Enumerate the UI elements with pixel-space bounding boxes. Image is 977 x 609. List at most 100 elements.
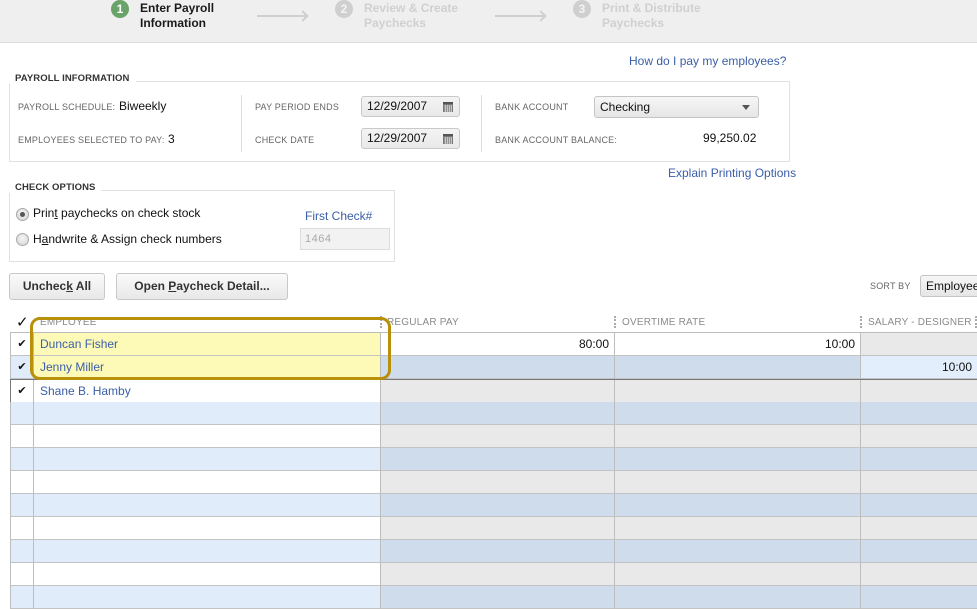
empty-cell[interactable]	[615, 540, 861, 563]
empty-cell[interactable]	[34, 448, 381, 471]
table-row[interactable]: ✔ Duncan Fisher 80:00 10:00	[10, 333, 977, 356]
column-header-overtime-rate[interactable]: OVERTIME RATE	[622, 314, 705, 332]
step-3-label: Print & Distribute Paychecks	[602, 1, 701, 31]
step-2-label-line1: Review & Create	[364, 1, 459, 15]
employee-cell[interactable]: Jenny Miller	[34, 356, 381, 379]
row-checkbox[interactable]: ✔	[10, 333, 34, 356]
empty-cell[interactable]	[615, 517, 861, 540]
column-resize-handle[interactable]	[860, 316, 862, 328]
column-header-employee[interactable]: EMPLOYEE	[40, 314, 97, 332]
empty-cell[interactable]	[615, 471, 861, 494]
salary-designer-cell[interactable]	[861, 380, 977, 403]
empty-cell[interactable]	[34, 540, 381, 563]
salary-designer-cell[interactable]: 10:00	[861, 356, 977, 379]
empty-cell[interactable]	[381, 425, 615, 448]
first-check-number-input[interactable]: 1464	[300, 228, 390, 250]
how-do-i-pay-link[interactable]: How do I pay my employees?	[629, 54, 786, 68]
employee-cell[interactable]: Shane B. Hamby	[34, 380, 381, 403]
empty-cell[interactable]	[381, 402, 615, 425]
empty-cell[interactable]	[34, 563, 381, 586]
label-part: paychecks on check stock	[57, 206, 201, 220]
empty-cell[interactable]	[381, 563, 615, 586]
regular-pay-cell[interactable]: 80:00	[381, 333, 615, 356]
empty-cell[interactable]	[381, 494, 615, 517]
overtime-rate-cell[interactable]	[615, 380, 861, 403]
empty-cell[interactable]	[861, 517, 977, 540]
column-header-regular-pay[interactable]: REGULAR PAY	[387, 314, 459, 332]
column-resize-handle[interactable]	[614, 316, 616, 328]
empty-cell[interactable]	[861, 540, 977, 563]
empty-table-row[interactable]	[10, 517, 977, 540]
print-on-check-stock-radio[interactable]	[16, 208, 29, 221]
sort-by-select[interactable]: Employees	[920, 275, 977, 297]
pay-period-ends-field[interactable]: 12/29/2007	[361, 96, 460, 117]
column-header-salary-designer[interactable]: SALARY - DESIGNER	[868, 314, 972, 332]
empty-cell[interactable]	[615, 402, 861, 425]
open-paycheck-detail-button[interactable]: Open Paycheck Detail...	[116, 273, 288, 300]
empty-cell[interactable]	[615, 563, 861, 586]
empty-cell[interactable]	[10, 563, 34, 586]
empty-cell[interactable]	[10, 586, 34, 609]
empty-cell[interactable]	[381, 517, 615, 540]
empty-cell[interactable]	[34, 425, 381, 448]
overtime-rate-cell[interactable]	[615, 356, 861, 379]
empty-cell[interactable]	[34, 494, 381, 517]
explain-printing-options-link[interactable]: Explain Printing Options	[668, 166, 796, 180]
empty-cell[interactable]	[615, 425, 861, 448]
empty-cell[interactable]	[34, 471, 381, 494]
empty-cell[interactable]	[10, 494, 34, 517]
empty-cell[interactable]	[10, 425, 34, 448]
empty-table-row[interactable]	[10, 471, 977, 494]
salary-designer-cell[interactable]	[861, 333, 977, 356]
empty-cell[interactable]	[34, 586, 381, 609]
empty-cell[interactable]	[615, 586, 861, 609]
empty-cell[interactable]	[10, 402, 34, 425]
empty-cell[interactable]	[10, 540, 34, 563]
empty-cell[interactable]	[381, 471, 615, 494]
column-resize-handle[interactable]	[380, 316, 382, 328]
empty-cell[interactable]	[861, 563, 977, 586]
table-row[interactable]: ✔ Jenny Miller 10:00	[10, 356, 977, 379]
check-date-field[interactable]: 12/29/2007	[361, 128, 460, 149]
empty-cell[interactable]	[615, 448, 861, 471]
empty-cell[interactable]	[861, 425, 977, 448]
empty-cell[interactable]	[861, 494, 977, 517]
table-row[interactable]: ✔ Shane B. Hamby	[10, 379, 977, 403]
empty-cell[interactable]	[381, 540, 615, 563]
empty-table-row[interactable]	[10, 402, 977, 425]
payroll-schedule-value: Biweekly	[119, 99, 167, 113]
regular-pay-cell[interactable]	[381, 356, 615, 379]
empty-cell[interactable]	[861, 402, 977, 425]
empty-cell[interactable]	[861, 471, 977, 494]
print-on-check-stock-label[interactable]: Print paychecks on check stock	[33, 206, 200, 220]
empty-cell[interactable]	[34, 517, 381, 540]
empty-cell[interactable]	[34, 402, 381, 425]
empty-cell[interactable]	[861, 586, 977, 609]
step-3-label-line1: Print & Distribute	[602, 1, 701, 15]
calendar-icon[interactable]	[443, 134, 453, 144]
row-checkbox[interactable]: ✔	[10, 380, 34, 403]
employee-cell[interactable]: Duncan Fisher	[34, 333, 381, 356]
handwrite-assign-radio[interactable]	[16, 233, 29, 246]
calendar-icon[interactable]	[443, 102, 453, 112]
overtime-rate-cell[interactable]: 10:00	[615, 333, 861, 356]
empty-table-row[interactable]	[10, 448, 977, 471]
empty-cell[interactable]	[381, 448, 615, 471]
uncheck-all-button[interactable]: Uncheck All	[9, 273, 105, 300]
empty-cell[interactable]	[381, 586, 615, 609]
empty-table-row[interactable]	[10, 425, 977, 448]
empty-table-row[interactable]	[10, 540, 977, 563]
empty-table-row[interactable]	[10, 563, 977, 586]
empty-cell[interactable]	[10, 517, 34, 540]
regular-pay-cell[interactable]	[381, 380, 615, 403]
empty-cell[interactable]	[615, 494, 861, 517]
handwrite-assign-label[interactable]: Handwrite & Assign check numbers	[33, 232, 222, 246]
empty-cell[interactable]	[861, 448, 977, 471]
bank-account-select[interactable]: Checking	[594, 96, 759, 118]
empty-cell[interactable]	[10, 448, 34, 471]
select-all-check-header[interactable]: ✓	[16, 314, 29, 332]
empty-cell[interactable]	[10, 471, 34, 494]
row-checkbox[interactable]: ✔	[10, 356, 34, 379]
empty-table-row[interactable]	[10, 494, 977, 517]
empty-table-row[interactable]	[10, 586, 977, 609]
